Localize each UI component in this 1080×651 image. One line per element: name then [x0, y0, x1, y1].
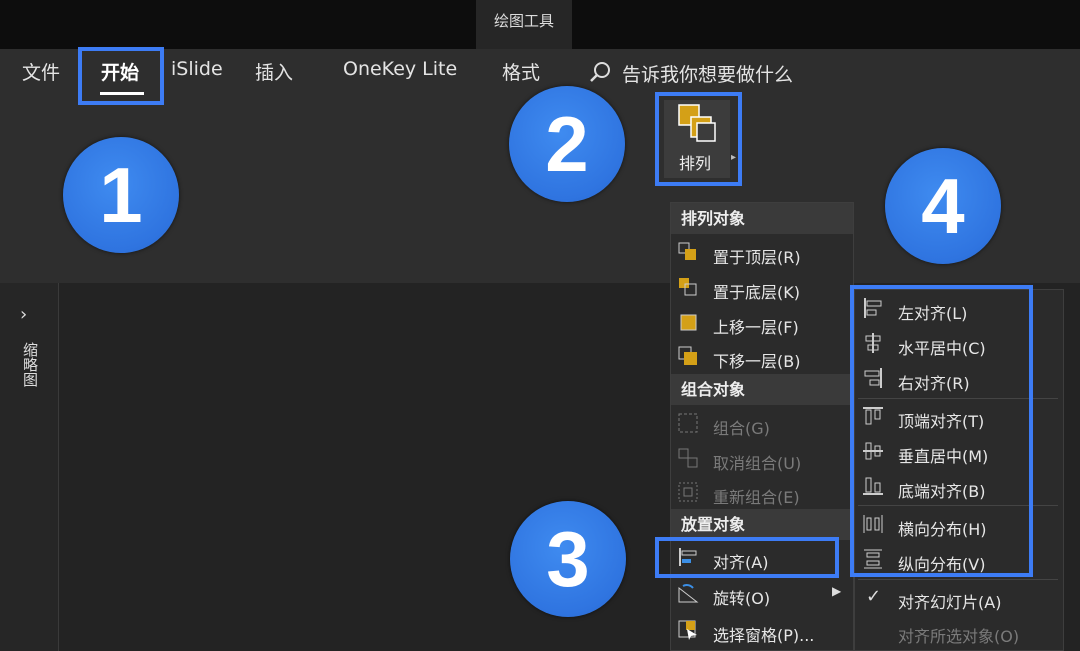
menu-ungroup: 取消组合(U) [713, 454, 802, 473]
tab-file[interactable]: 文件 [22, 58, 60, 85]
menu-group: 组合(G) [713, 419, 770, 438]
section-position-objects: 放置对象 [671, 509, 853, 540]
menu-align-selected-objects: 对齐所选对象(O) [898, 627, 1020, 646]
selection-pane-icon [678, 620, 697, 640]
menu-align-to-slide[interactable]: 对齐幻灯片(A) [898, 589, 1001, 613]
step-3-badge: 3 [510, 501, 626, 617]
drawing-tools-context-tab[interactable]: 绘图工具 [476, 0, 572, 49]
section-group-objects: 组合对象 [671, 374, 853, 405]
search-icon[interactable] [588, 60, 612, 84]
highlight-arrange-button [655, 92, 742, 186]
tell-me-search[interactable]: 告诉我你想要做什么 [622, 60, 793, 87]
menu-bring-forward[interactable]: 上移一层(F) [713, 314, 799, 338]
tab-format[interactable]: 格式 [502, 58, 540, 85]
tab-islide[interactable]: iSlide [171, 58, 223, 80]
send-to-back-icon [679, 278, 697, 296]
tab-insert[interactable]: 插入 [255, 58, 293, 85]
thumbnail-pane [0, 283, 59, 651]
step-2-badge: 2 [509, 86, 625, 202]
step-4-badge: 4 [885, 148, 1001, 264]
highlight-home-tab [78, 47, 164, 105]
section-order-objects: 排列对象 [671, 203, 853, 234]
submenu-arrow-icon: ▶ [832, 584, 842, 598]
menu-selection-pane[interactable]: 选择窗格(P)... [713, 622, 814, 646]
menu-separator [858, 579, 1058, 580]
regroup-icon [678, 482, 698, 502]
menu-send-backward[interactable]: 下移一层(B) [713, 348, 800, 372]
ungroup-icon [678, 448, 698, 468]
thumbnail-label[interactable]: 缩略图 [20, 342, 41, 387]
menu-regroup: 重新组合(E) [713, 488, 800, 507]
expand-chevron-icon[interactable]: › [20, 304, 27, 325]
group-icon [678, 413, 698, 433]
menu-send-to-back[interactable]: 置于底层(K) [713, 279, 800, 303]
step-1-badge: 1 [63, 137, 179, 253]
checkmark-icon: ✓ [866, 586, 882, 607]
menu-rotate[interactable]: 旋转(O) [713, 585, 770, 609]
highlight-align-item [655, 537, 839, 578]
menu-bring-to-front[interactable]: 置于顶层(R) [713, 244, 801, 268]
rotate-icon [678, 584, 699, 603]
tab-onekey-lite[interactable]: OneKey Lite [343, 58, 457, 80]
bring-forward-icon [680, 314, 697, 331]
bring-to-front-icon [678, 242, 696, 260]
send-backward-icon [678, 346, 697, 365]
highlight-align-options [850, 285, 1033, 577]
